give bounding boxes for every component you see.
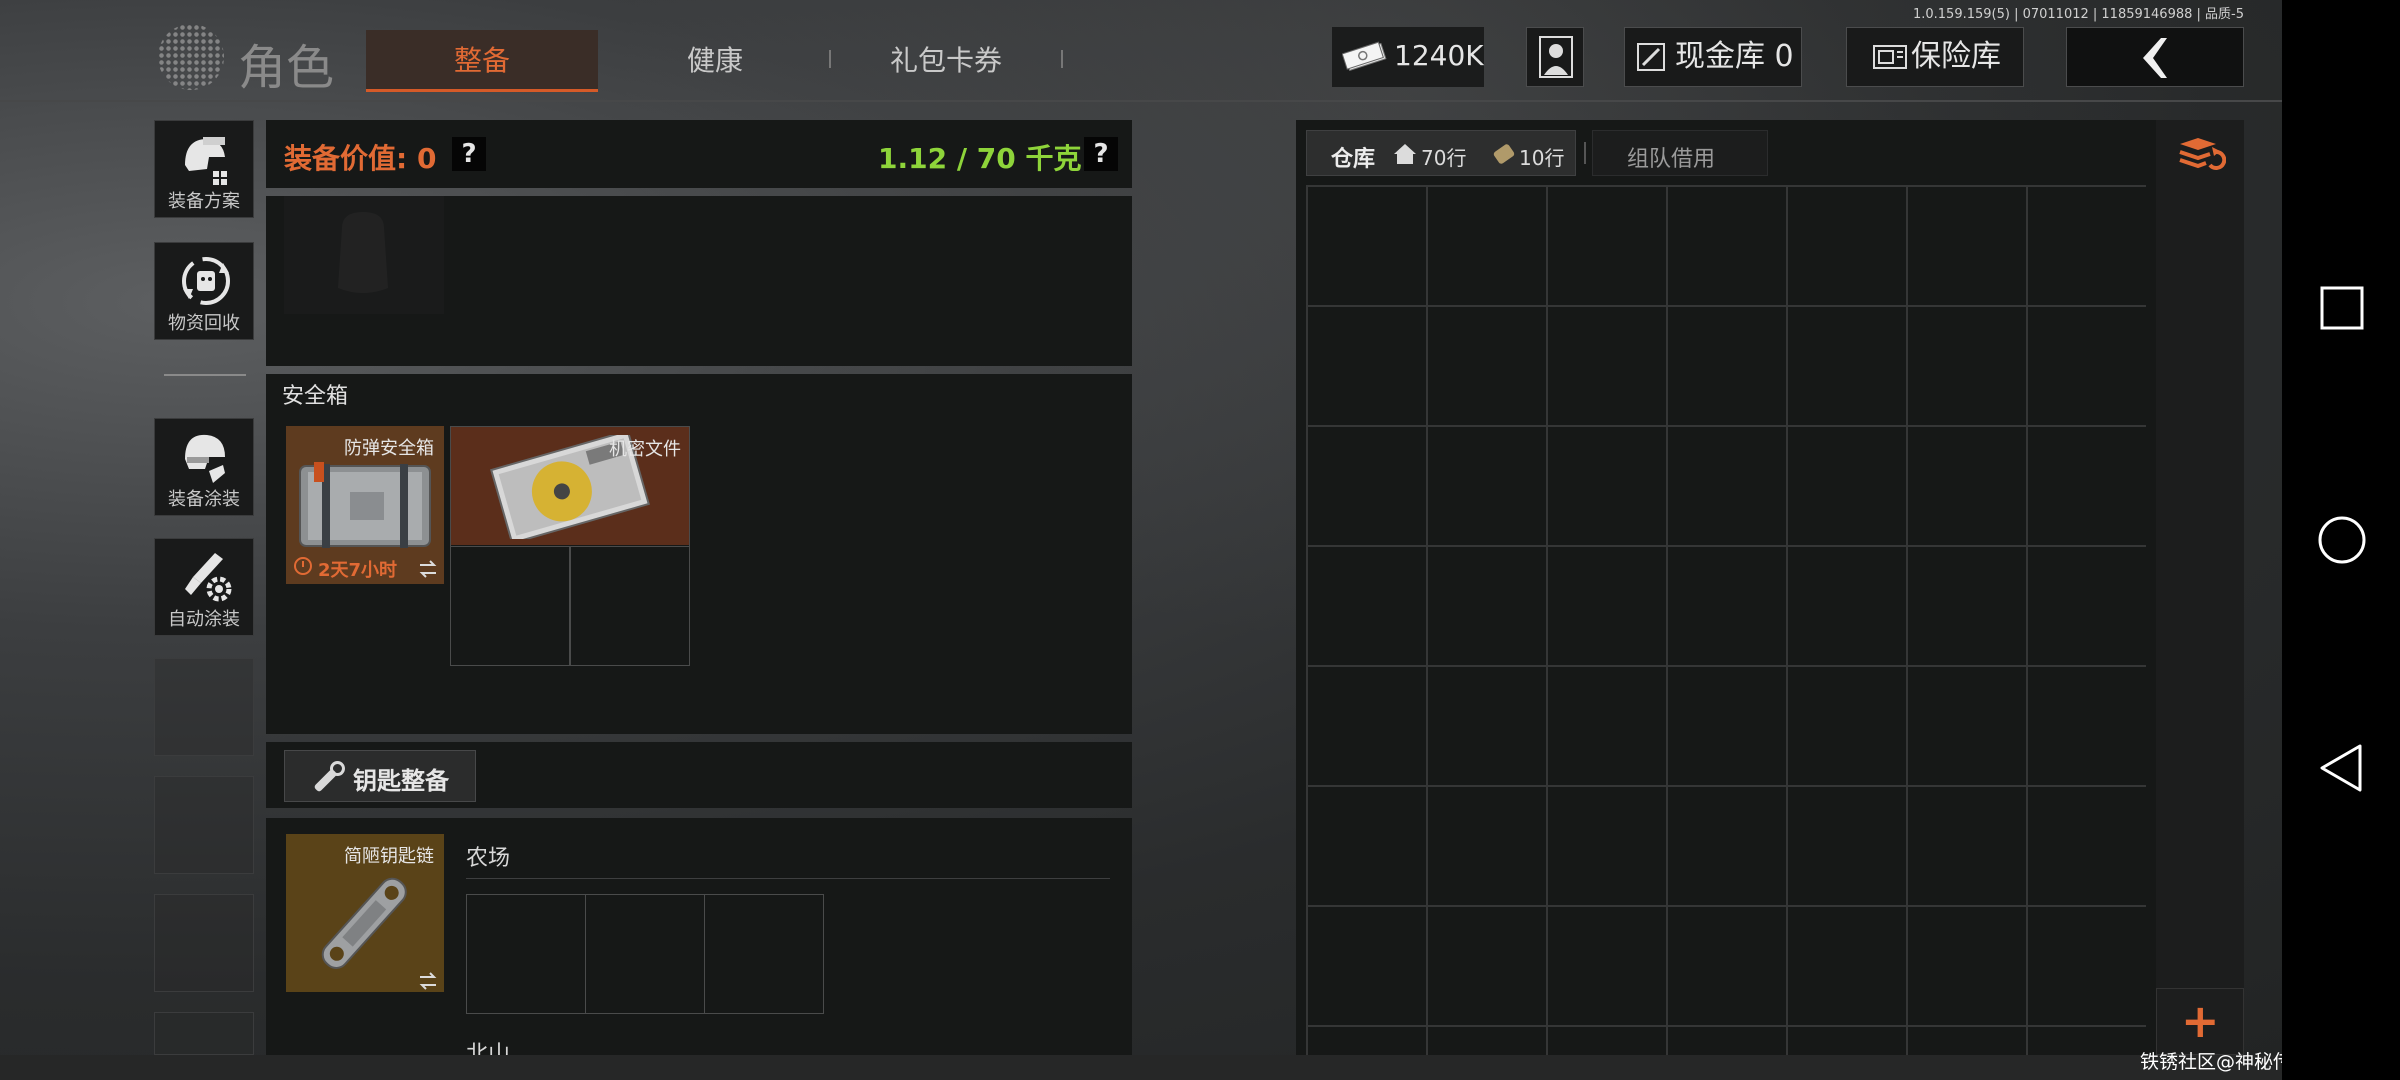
sidebar-item-equip-paint[interactable]: 装备涂装 bbox=[154, 418, 254, 516]
tab-stash[interactable]: 仓库 70行 10行 bbox=[1306, 130, 1576, 176]
stash-side-column: + bbox=[2156, 120, 2244, 1055]
sidebar-item-label: 自动涂装 bbox=[168, 609, 240, 630]
sidebar-empty-slot bbox=[154, 1012, 254, 1055]
sidebar-item-equip-plans[interactable]: 装备方案 bbox=[154, 120, 254, 218]
safe-box-timer: 2天7小时 bbox=[318, 560, 398, 581]
key-prep-button[interactable]: 钥匙整备 bbox=[284, 750, 476, 802]
sidebar-item-label: 装备涂装 bbox=[168, 489, 240, 510]
operator-icon bbox=[1539, 36, 1573, 78]
zone-farm-label: 农场 bbox=[466, 846, 511, 871]
keychain-name: 简陋钥匙链 bbox=[344, 846, 434, 867]
back-triangle-icon[interactable] bbox=[2318, 744, 2366, 792]
page-title: 角色 bbox=[238, 40, 335, 96]
zone-divider bbox=[466, 878, 1110, 879]
sidebar-item-label: 装备方案 bbox=[168, 191, 240, 212]
tab-gift-coupons[interactable]: 礼包卡券 bbox=[866, 30, 1026, 92]
role-logo-icon bbox=[158, 24, 224, 90]
sidebar-divider bbox=[164, 374, 246, 376]
key-icon bbox=[314, 761, 345, 792]
tab-team-borrow[interactable]: 组队借用 bbox=[1592, 130, 1768, 176]
classified-docs-item[interactable]: 机密文件 bbox=[451, 427, 689, 545]
money-display[interactable]: 1240K bbox=[1332, 27, 1484, 87]
sidebar-empty-slot bbox=[154, 776, 254, 874]
equipment-value-help-button[interactable]: ? bbox=[452, 137, 486, 171]
key-slot[interactable] bbox=[466, 894, 586, 1014]
sidebar-item-auto-paint[interactable]: 自动涂装 bbox=[154, 538, 254, 636]
home-icon bbox=[1394, 144, 1416, 164]
safe-box-slot[interactable]: 防弹安全箱 2天7小时 bbox=[286, 426, 444, 584]
back-button[interactable] bbox=[2066, 27, 2244, 87]
key-prep-label: 钥匙整备 bbox=[353, 767, 449, 795]
weight-display: 1.12 / 70 千克 bbox=[878, 142, 1082, 175]
home-circle-icon[interactable] bbox=[2318, 516, 2366, 564]
stash-grid[interactable] bbox=[1306, 185, 2146, 1055]
insurance-label: 保险库 bbox=[1911, 39, 2001, 74]
cash-vault-button[interactable]: 现金库 0 bbox=[1624, 27, 1802, 87]
equipment-value-bar: 装备价值: 0 ? 1.12 / 70 千克 ? bbox=[266, 120, 1132, 188]
safe-box-cell[interactable] bbox=[450, 546, 570, 666]
keys-header: 钥匙整备 bbox=[266, 742, 1132, 808]
keychain-icon bbox=[321, 877, 407, 969]
extra-rows-icon bbox=[1493, 144, 1515, 164]
equipment-value-label: 装备价值: 0 bbox=[284, 142, 437, 175]
back-arrow-icon bbox=[2143, 38, 2167, 78]
bottom-bar bbox=[0, 1055, 2282, 1080]
timer-icon bbox=[294, 557, 312, 575]
backpack-section bbox=[266, 196, 1132, 366]
team-borrow-label: 组队借用 bbox=[1627, 147, 1716, 172]
safe-box-item-name: 防弹安全箱 bbox=[344, 438, 434, 459]
stash-rows-home: 70行 bbox=[1421, 146, 1467, 170]
auto-paint-icon bbox=[185, 553, 232, 602]
backpack-placeholder-icon bbox=[338, 212, 388, 293]
banknote-icon bbox=[1342, 41, 1387, 71]
stash-rows-extra: 10行 bbox=[1519, 146, 1565, 170]
swap-icon bbox=[419, 560, 437, 578]
add-icon: + bbox=[2181, 994, 2220, 1048]
helmet-gear-icon bbox=[185, 137, 227, 185]
tab-separator bbox=[829, 50, 831, 68]
keychain-slot[interactable]: 简陋钥匙链 bbox=[286, 834, 444, 992]
header-divider bbox=[0, 100, 2282, 102]
cash-vault-icon bbox=[1637, 43, 1665, 71]
recent-apps-icon[interactable] bbox=[2318, 284, 2366, 332]
tab-separator bbox=[1584, 142, 1586, 164]
classified-docs-name: 机密文件 bbox=[609, 439, 681, 460]
key-slot[interactable] bbox=[585, 894, 705, 1014]
insurance-vault-icon bbox=[1873, 45, 1907, 69]
version-text: 1.0.159.159(5) | 07011012 | 11859146988 … bbox=[1912, 7, 2244, 22]
backpack-slot[interactable] bbox=[284, 196, 444, 314]
weight-help-button[interactable]: ? bbox=[1084, 137, 1118, 171]
key-slot[interactable] bbox=[704, 894, 824, 1014]
insurance-button[interactable]: 保险库 bbox=[1846, 27, 2024, 87]
money-value: 1240K bbox=[1394, 39, 1484, 72]
sidebar-item-label: 物资回收 bbox=[168, 313, 240, 334]
add-stash-button[interactable]: + bbox=[2156, 988, 2244, 1055]
tab-separator bbox=[1061, 50, 1063, 68]
sidebar-item-recycle[interactable]: 物资回收 bbox=[154, 242, 254, 340]
armored-case-icon bbox=[299, 462, 431, 548]
recycle-icon bbox=[182, 257, 230, 305]
tab-health[interactable]: 健康 bbox=[640, 30, 790, 92]
sidebar-empty-slot bbox=[154, 658, 254, 756]
keys-section: 简陋钥匙链 农场 北山 bbox=[266, 818, 1132, 1067]
swap-icon bbox=[419, 972, 437, 990]
safe-box-cell[interactable] bbox=[570, 546, 690, 666]
agent-button[interactable] bbox=[1526, 27, 1584, 87]
safe-box-title: 安全箱 bbox=[282, 384, 349, 409]
helmet-paint-icon bbox=[185, 434, 225, 483]
cash-vault-label: 现金库 0 bbox=[1675, 39, 1794, 74]
stash-tab-label: 仓库 bbox=[1331, 147, 1376, 172]
safe-box-section: 安全箱 防弹安全箱 2天7小时 机密文件 bbox=[266, 374, 1132, 734]
tab-equip[interactable]: 整备 bbox=[366, 30, 598, 92]
sort-stack-icon bbox=[2179, 138, 2226, 170]
sidebar-empty-slot bbox=[154, 894, 254, 992]
